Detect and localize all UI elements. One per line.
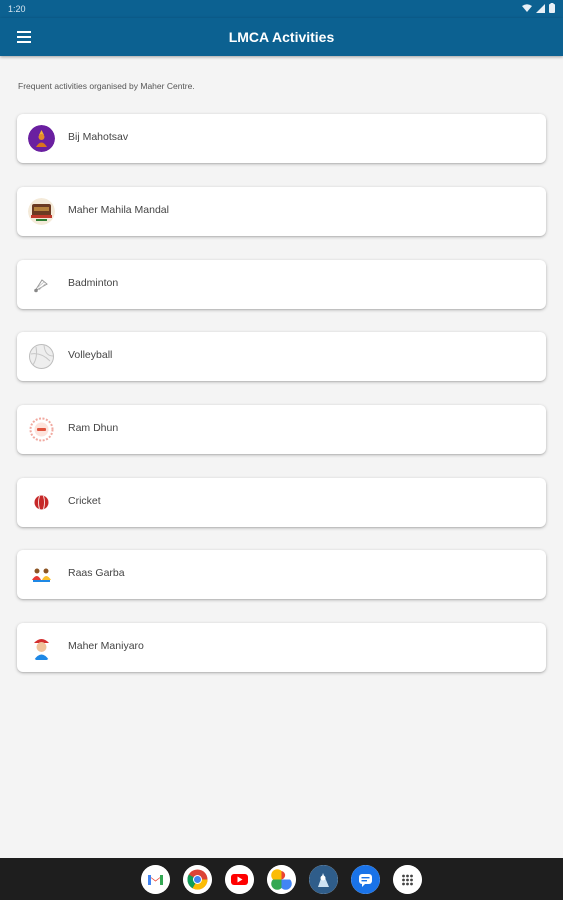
activity-label: Ram Dhun — [68, 422, 119, 434]
activity-card-ram-dhun[interactable]: Ram Dhun — [17, 405, 546, 454]
status-icons — [522, 3, 555, 13]
activity-label: Volleyball — [68, 349, 113, 361]
activity-label: Bij Mahotsav — [68, 131, 129, 143]
activity-label: Raas Garba — [68, 567, 125, 579]
volleyball-icon — [28, 343, 55, 370]
raas-garba-icon — [28, 561, 55, 588]
photos-icon[interactable] — [267, 865, 296, 894]
ram-dhun-icon — [28, 416, 55, 443]
youtube-icon[interactable] — [225, 865, 254, 894]
activity-card-volleyball[interactable]: Volleyball — [17, 332, 546, 381]
system-nav-bar — [0, 858, 563, 900]
chrome-icon[interactable] — [183, 865, 212, 894]
shuttlecock-icon — [28, 271, 55, 298]
activity-card-bij-mahotsav[interactable]: Bij Mahotsav — [17, 114, 546, 163]
app-dock — [141, 865, 422, 894]
battery-icon — [549, 3, 555, 13]
app-drawer-icon[interactable] — [393, 865, 422, 894]
signal-icon — [536, 3, 545, 13]
activity-label: Maher Maniyaro — [68, 640, 144, 652]
intro-text: Frequent activities organised by Maher C… — [18, 81, 195, 91]
activity-label: Maher Mahila Mandal — [68, 204, 169, 216]
app-bar: LMCA Activities — [0, 18, 563, 56]
activity-card-maher-maniyaro[interactable]: Maher Maniyaro — [17, 623, 546, 672]
activity-label: Badminton — [68, 277, 119, 289]
messages-icon[interactable] — [351, 865, 380, 894]
deity-icon — [28, 125, 55, 152]
mandal-logo-icon — [28, 198, 55, 225]
activity-card-cricket[interactable]: Cricket — [17, 478, 546, 527]
gmail-icon[interactable] — [141, 865, 170, 894]
activity-card-badminton[interactable]: Badminton — [17, 260, 546, 309]
page-title: LMCA Activities — [228, 29, 335, 45]
cricket-ball-icon — [28, 489, 55, 516]
status-bar: 1:20 — [0, 0, 563, 18]
activity-card-raas-garba[interactable]: Raas Garba — [17, 550, 546, 599]
custom-app-icon[interactable] — [309, 865, 338, 894]
wifi-icon — [522, 3, 532, 12]
activity-label: Cricket — [68, 495, 101, 507]
activity-card-maher-mahila-mandal[interactable]: Maher Mahila Mandal — [17, 187, 546, 236]
maniyaro-icon — [28, 634, 55, 661]
status-time: 1:20 — [8, 4, 26, 14]
